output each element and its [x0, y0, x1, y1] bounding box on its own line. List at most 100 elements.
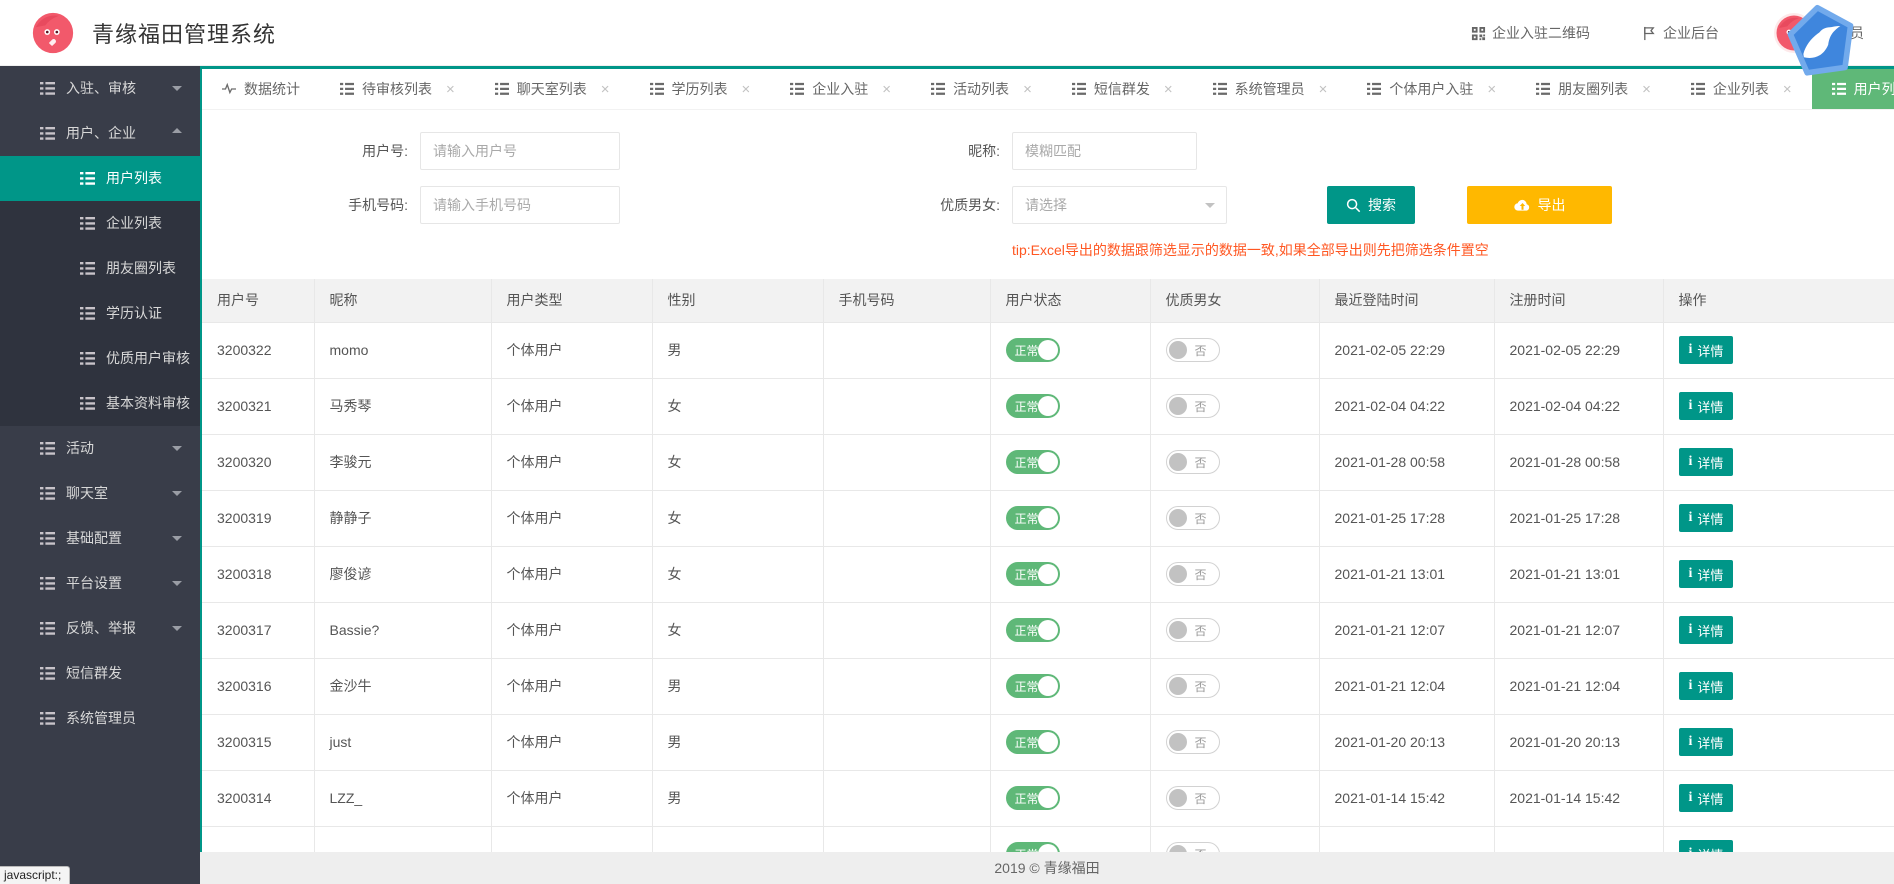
sidebar-item-feedback-report[interactable]: 反馈、举报: [0, 606, 200, 651]
app-logo-mascot-icon: [30, 10, 76, 56]
chevron-up-icon: [172, 128, 182, 133]
detail-button[interactable]: i详情: [1679, 672, 1734, 700]
nickname-input[interactable]: [1012, 132, 1197, 170]
column-header-last-login: 最近登陆时间: [1319, 279, 1494, 322]
chevron-down-icon: [172, 581, 182, 586]
tab-sms-broadcast[interactable]: 短信群发 ×: [1052, 69, 1193, 109]
sidebar: 入驻、审核 用户、企业 用户列表 企业列表 朋友圈列表 学历认证 优质用户审核: [0, 66, 200, 884]
tab-sysadmin[interactable]: 系统管理员 ×: [1193, 69, 1348, 109]
column-header-gender: 性别: [652, 279, 823, 322]
cell-user-type: 个体用户: [491, 770, 652, 826]
chevron-down-icon: [1205, 203, 1215, 208]
info-icon: i: [1689, 510, 1693, 526]
blue-bird-badge-icon[interactable]: [1781, 0, 1863, 83]
detail-button[interactable]: i详情: [1679, 560, 1734, 588]
list-icon: [1213, 82, 1227, 96]
sidebar-item-sysadmin[interactable]: 系统管理员: [0, 696, 200, 741]
sidebar-item-activity[interactable]: 活动: [0, 426, 200, 471]
cell-user-type: 个体用户: [491, 602, 652, 658]
nickname-label: 昵称:: [620, 141, 1012, 161]
detail-button[interactable]: i详情: [1679, 504, 1734, 532]
user-id-input[interactable]: [420, 132, 620, 170]
detail-button[interactable]: i详情: [1679, 728, 1734, 756]
cell-nickname: 马秀琴: [314, 378, 491, 434]
qr-code-icon: [1471, 26, 1486, 41]
status-toggle[interactable]: 正常: [1006, 618, 1060, 642]
close-icon[interactable]: ×: [1487, 82, 1496, 97]
sidebar-item-platform-settings[interactable]: 平台设置: [0, 561, 200, 606]
sidebar-item-user-list[interactable]: 用户列表: [0, 156, 200, 201]
cell-phone: [823, 770, 990, 826]
status-toggle[interactable]: 正常: [1006, 674, 1060, 698]
detail-button[interactable]: i详情: [1679, 392, 1734, 420]
cell-user-type: 个体用户: [491, 546, 652, 602]
sidebar-item-users-companies[interactable]: 用户、企业: [0, 111, 200, 156]
search-button[interactable]: 搜索: [1327, 186, 1415, 224]
premium-gender-select[interactable]: [1012, 186, 1227, 224]
premium-toggle[interactable]: 否: [1166, 450, 1220, 474]
premium-toggle[interactable]: 否: [1166, 506, 1220, 530]
detail-button[interactable]: i详情: [1679, 448, 1734, 476]
premium-toggle[interactable]: 否: [1166, 618, 1220, 642]
company-qr-link[interactable]: 企业入驻二维码: [1471, 23, 1590, 43]
close-icon[interactable]: ×: [742, 82, 751, 97]
cell-user-id: 3200319: [202, 490, 314, 546]
close-icon[interactable]: ×: [1023, 82, 1032, 97]
cell-register-time: 2021-01-20 20:13: [1494, 714, 1663, 770]
app-title: 青缘福田管理系统: [92, 17, 276, 49]
export-button[interactable]: 导出: [1467, 186, 1612, 224]
sidebar-item-company-list[interactable]: 企业列表: [0, 201, 200, 246]
sidebar-item-education-cert[interactable]: 学历认证: [0, 291, 200, 336]
premium-toggle[interactable]: 否: [1166, 338, 1220, 362]
status-toggle[interactable]: 正常: [1006, 562, 1060, 586]
cell-phone: [823, 714, 990, 770]
tab-chatroom-list[interactable]: 聊天室列表 ×: [475, 69, 630, 109]
tab-education-list[interactable]: 学历列表 ×: [630, 69, 771, 109]
close-icon[interactable]: ×: [882, 82, 891, 97]
tab-data-statistics[interactable]: 数据统计: [202, 69, 320, 109]
status-toggle[interactable]: 正常: [1006, 786, 1060, 810]
premium-toggle[interactable]: 否: [1166, 730, 1220, 754]
detail-button[interactable]: i详情: [1679, 784, 1734, 812]
sidebar-item-premium-user-review[interactable]: 优质用户审核: [0, 336, 200, 381]
info-icon: i: [1689, 566, 1693, 582]
cell-register-time: 2021-02-04 04:22: [1494, 378, 1663, 434]
sidebar-item-onboarding-review[interactable]: 入驻、审核: [0, 66, 200, 111]
status-toggle[interactable]: 正常: [1006, 730, 1060, 754]
premium-toggle[interactable]: 否: [1166, 562, 1220, 586]
tab-pending-review-list[interactable]: 待审核列表 ×: [320, 69, 475, 109]
company-backend-link[interactable]: 企业后台: [1642, 23, 1719, 43]
premium-toggle[interactable]: 否: [1166, 674, 1220, 698]
close-icon[interactable]: ×: [601, 82, 610, 97]
phone-input[interactable]: [420, 186, 620, 224]
status-toggle[interactable]: 正常: [1006, 450, 1060, 474]
cell-user-type: 个体用户: [491, 490, 652, 546]
sidebar-item-basic-config[interactable]: 基础配置: [0, 516, 200, 561]
sidebar-item-chatroom[interactable]: 聊天室: [0, 471, 200, 516]
brand: 青缘福田管理系统: [30, 10, 276, 56]
toggle-knob: [1169, 341, 1187, 359]
magnifier-icon: [1346, 198, 1361, 213]
sidebar-item-profile-review[interactable]: 基本资料审核: [0, 381, 200, 426]
tab-moments-list[interactable]: 朋友圈列表 ×: [1516, 69, 1671, 109]
close-icon[interactable]: ×: [1783, 82, 1792, 97]
detail-button[interactable]: i详情: [1679, 336, 1734, 364]
sidebar-item-moments-list[interactable]: 朋友圈列表: [0, 246, 200, 291]
status-toggle[interactable]: 正常: [1006, 338, 1060, 362]
cell-nickname: 廖俊谚: [314, 546, 491, 602]
close-icon[interactable]: ×: [1164, 82, 1173, 97]
toggle-knob: [1038, 676, 1058, 696]
premium-toggle[interactable]: 否: [1166, 394, 1220, 418]
close-icon[interactable]: ×: [1319, 82, 1328, 97]
sidebar-item-sms-broadcast[interactable]: 短信群发: [0, 651, 200, 696]
premium-toggle[interactable]: 否: [1166, 786, 1220, 810]
tab-individual-onboarding[interactable]: 个体用户入驻 ×: [1347, 69, 1516, 109]
cell-last-login: 2021-01-20 20:13: [1319, 714, 1494, 770]
status-toggle[interactable]: 正常: [1006, 394, 1060, 418]
status-toggle[interactable]: 正常: [1006, 506, 1060, 530]
tab-activity-list[interactable]: 活动列表 ×: [911, 69, 1052, 109]
tab-company-onboarding[interactable]: 企业入驻 ×: [770, 69, 911, 109]
detail-button[interactable]: i详情: [1679, 616, 1734, 644]
close-icon[interactable]: ×: [446, 82, 455, 97]
close-icon[interactable]: ×: [1642, 82, 1651, 97]
